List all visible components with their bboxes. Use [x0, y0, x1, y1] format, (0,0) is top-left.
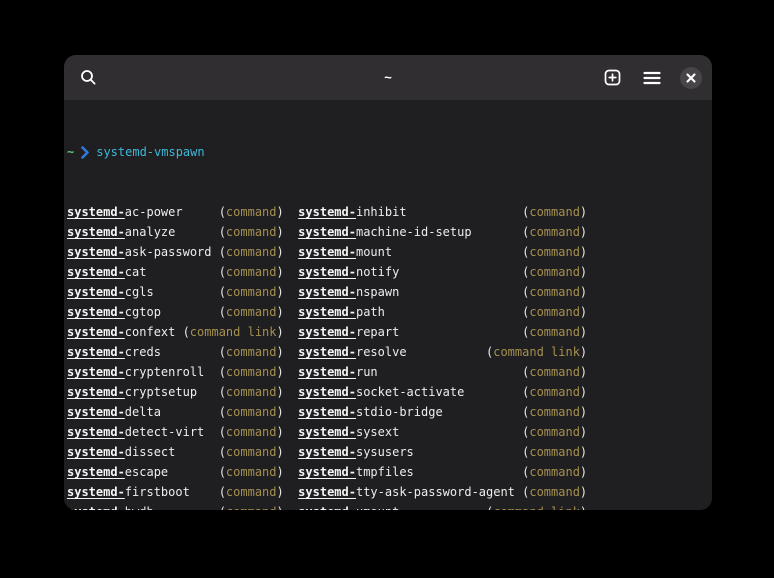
completion-entry: systemd-mount(command) — [298, 242, 587, 262]
completion-entry: systemd-machine-id-setup(command) — [298, 222, 587, 242]
completion-entry: systemd-sysext(command) — [298, 422, 587, 442]
completion-entry: systemd-stdio-bridge(command) — [298, 402, 587, 422]
menu-button[interactable] — [640, 66, 664, 90]
completion-entry: systemd-resolve(command link) — [298, 342, 587, 362]
new-tab-button[interactable] — [600, 66, 624, 90]
completion-entry: systemd-cryptsetup(command) — [67, 382, 284, 402]
prompt-chevron-icon — [81, 146, 89, 159]
completion-entry: systemd-path(command) — [298, 302, 587, 322]
completion-entry: systemd-ask-password(command) — [67, 242, 284, 262]
completion-entry: systemd-run(command) — [298, 362, 587, 382]
search-button[interactable] — [76, 66, 100, 90]
completion-entry: systemd-sysusers(command) — [298, 442, 587, 462]
terminal-window: ~ — [64, 55, 712, 510]
completion-entry: systemd-tmpfiles(command) — [298, 462, 587, 482]
completion-entry: systemd-nspawn(command) — [298, 282, 587, 302]
completion-entry: systemd-umount(command link) — [298, 502, 587, 510]
completion-entry: systemd-dissect(command) — [67, 442, 284, 462]
completion-entry: systemd-confext(command link) — [67, 322, 284, 342]
close-button[interactable] — [680, 67, 702, 89]
completion-entry: systemd-cryptenroll(command) — [67, 362, 284, 382]
completion-entry: systemd-analyze(command) — [67, 222, 284, 242]
prompt-cwd: ~ — [67, 142, 74, 162]
new-tab-icon — [604, 69, 621, 86]
close-icon — [686, 73, 696, 83]
search-icon — [80, 69, 97, 86]
completion-entry: systemd-detect-virt(command) — [67, 422, 284, 442]
prompt-command: systemd-vmspawn — [96, 142, 204, 162]
completion-grid: systemd-ac-power(command) systemd-inhibit… — [67, 202, 712, 510]
terminal-screen[interactable]: ~ systemd-vmspawn systemd-ac-power(comma… — [64, 100, 712, 510]
completion-entry: systemd-firstboot(command) — [67, 482, 284, 502]
completion-entry: systemd-tty-ask-password-agent(command) — [298, 482, 587, 502]
completion-entry: systemd-notify(command) — [298, 262, 587, 282]
completion-entry: systemd-inhibit(command) — [298, 202, 587, 222]
completion-entry: systemd-creds(command) — [67, 342, 284, 362]
completion-entry: systemd-cat(command) — [67, 262, 284, 282]
completion-entry: systemd-socket-activate(command) — [298, 382, 587, 402]
completion-entry: systemd-delta(command) — [67, 402, 284, 422]
completion-entry: systemd-ac-power(command) — [67, 202, 284, 222]
hamburger-menu-icon — [643, 71, 661, 85]
titlebar: ~ — [64, 55, 712, 100]
shell-prompt: ~ systemd-vmspawn — [67, 142, 712, 162]
completion-entry: systemd-escape(command) — [67, 462, 284, 482]
completion-entry: systemd-cgls(command) — [67, 282, 284, 302]
completion-entry: systemd-hwdb(command) — [67, 502, 284, 510]
completion-entry: systemd-cgtop(command) — [67, 302, 284, 322]
completion-entry: systemd-repart(command) — [298, 322, 587, 342]
